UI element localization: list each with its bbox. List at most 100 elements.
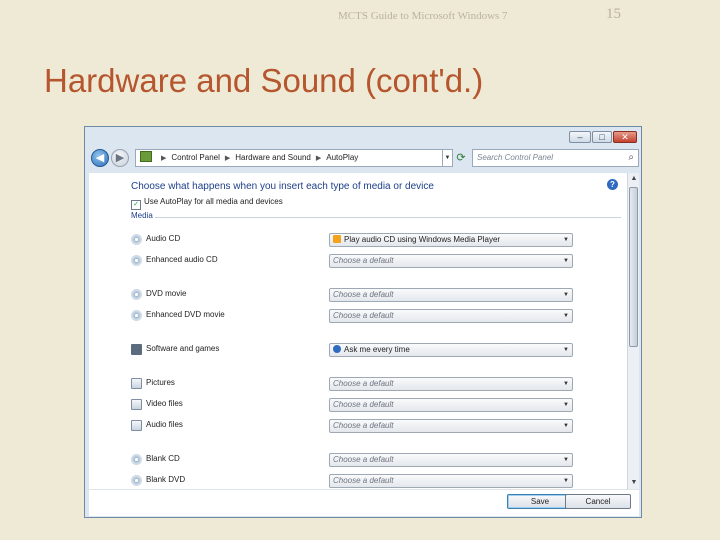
media-row: Audio files Choose a default ▼ — [131, 419, 573, 433]
media-type-label: Video files — [146, 399, 183, 408]
disc-icon — [131, 289, 142, 300]
media-row: Blank DVD Choose a default ▼ — [131, 474, 573, 488]
content-pane: Choose what happens when you insert each… — [89, 173, 627, 515]
chevron-down-icon: ▼ — [563, 478, 569, 484]
dropdown-value: Choose a default — [333, 421, 394, 430]
window-titlebar[interactable]: – □ ✕ — [85, 127, 641, 145]
media-action-dropdown[interactable]: Choose a default ▼ — [329, 288, 573, 302]
media-type-label: Audio CD — [146, 234, 181, 243]
disc-icon — [131, 454, 142, 465]
media-action-dropdown[interactable]: Choose a default ▼ — [329, 309, 573, 323]
media-action-dropdown[interactable]: Choose a default ▼ — [329, 398, 573, 412]
media-action-dropdown[interactable]: Play audio CD using Windows Media Player… — [329, 233, 573, 247]
minimize-button[interactable]: – — [569, 131, 591, 143]
media-row: Pictures Choose a default ▼ — [131, 377, 573, 391]
media-type-label: Pictures — [146, 378, 175, 387]
media-action-dropdown[interactable]: Choose a default ▼ — [329, 474, 573, 488]
media-row: Blank CD Choose a default ▼ — [131, 453, 573, 467]
chevron-down-icon: ▼ — [563, 423, 569, 429]
dropdown-value: Choose a default — [333, 290, 394, 299]
dropdown-value: Ask me every time — [344, 345, 410, 354]
vertical-scrollbar[interactable]: ▲ ▼ — [627, 173, 639, 515]
scroll-down-arrow[interactable]: ▼ — [628, 477, 640, 489]
media-player-icon — [333, 235, 341, 243]
breadcrumb-control-panel[interactable]: Control Panel — [171, 153, 219, 162]
maximize-button[interactable]: □ — [592, 131, 612, 143]
media-action-dropdown[interactable]: Choose a default ▼ — [329, 453, 573, 467]
question-icon — [333, 345, 341, 353]
dropdown-value: Choose a default — [333, 455, 394, 464]
back-button[interactable]: ◀ — [91, 149, 109, 167]
media-type-label: Audio files — [146, 420, 183, 429]
refresh-icon[interactable]: ⟳ — [453, 149, 469, 167]
media-action-dropdown[interactable]: Choose a default ▼ — [329, 254, 573, 268]
disc-icon — [131, 255, 142, 266]
breadcrumb[interactable]: ▶ Control Panel ▶ Hardware and Sound ▶ AutoPl… — [135, 149, 443, 167]
media-section-label: Media — [131, 211, 153, 220]
media-type-label: Software and games — [146, 344, 220, 353]
forward-button[interactable]: ▶ — [111, 149, 129, 167]
slide-number: 15 — [606, 6, 621, 22]
chevron-down-icon: ▼ — [563, 381, 569, 387]
dropdown-value: Choose a default — [333, 379, 394, 388]
dropdown-value: Choose a default — [333, 256, 394, 265]
chevron-down-icon: ▼ — [563, 237, 569, 243]
media-action-dropdown[interactable]: Choose a default ▼ — [329, 377, 573, 391]
scroll-thumb[interactable] — [629, 187, 638, 347]
search-input[interactable]: Search Control Panel ⌕ — [472, 149, 639, 167]
media-type-label: DVD movie — [146, 289, 187, 298]
dialog-footer: Save Cancel — [89, 489, 639, 516]
breadcrumb-hardware-and-sound[interactable]: Hardware and Sound — [235, 153, 311, 162]
disc-icon — [131, 234, 142, 245]
autoplay-option[interactable]: ✓ Use AutoPlay for all media and devices — [131, 197, 283, 210]
search-placeholder: Search Control Panel — [477, 153, 554, 162]
software-icon — [131, 344, 142, 355]
scroll-up-arrow[interactable]: ▲ — [628, 173, 640, 185]
media-row: Video files Choose a default ▼ — [131, 398, 573, 412]
chevron-down-icon: ▼ — [563, 347, 569, 353]
cancel-button[interactable]: Cancel — [565, 494, 631, 509]
video-icon — [131, 399, 142, 410]
chevron-right-icon: ▶ — [224, 155, 231, 162]
chevron-right-icon: ▶ — [161, 155, 167, 162]
audio-icon — [131, 420, 142, 431]
media-action-dropdown[interactable]: Ask me every time ▼ — [329, 343, 573, 357]
dropdown-value: Choose a default — [333, 400, 394, 409]
save-button[interactable]: Save — [507, 494, 573, 509]
search-icon[interactable]: ⌕ — [628, 150, 634, 166]
media-row: Enhanced DVD movie Choose a default ▼ — [131, 309, 573, 323]
disc-icon — [131, 310, 142, 321]
media-type-label: Enhanced DVD movie — [146, 310, 225, 319]
dropdown-value: Choose a default — [333, 311, 394, 320]
media-row: Enhanced audio CD Choose a default ▼ — [131, 254, 573, 268]
section-divider — [155, 217, 621, 218]
chevron-down-icon: ▼ — [563, 457, 569, 463]
media-row: Software and games Ask me every time ▼ — [131, 343, 573, 357]
help-icon[interactable]: ? — [607, 179, 618, 190]
chevron-down-icon: ▼ — [563, 258, 569, 264]
dropdown-value: Play audio CD using Windows Media Player — [344, 235, 501, 244]
autoplay-window: – □ ✕ ◀ ▶ ▶ Control Panel ▶ Hardware and So… — [84, 126, 642, 518]
media-type-label: Blank DVD — [146, 475, 186, 484]
media-type-label: Blank CD — [146, 454, 180, 463]
autoplay-checkbox[interactable]: ✓ — [131, 200, 141, 210]
control-panel-icon — [140, 151, 152, 162]
slide-title: Hardware and Sound (cont'd.) — [44, 62, 484, 99]
disc-icon — [131, 475, 142, 486]
slide-header: MCTS Guide to Microsoft Windows 7 15 — [0, 0, 720, 30]
close-button[interactable]: ✕ — [613, 131, 637, 143]
media-type-label: Enhanced audio CD — [146, 255, 218, 264]
address-dropdown-button[interactable]: ▼ — [443, 149, 453, 167]
chevron-right-icon: ▶ — [315, 155, 322, 162]
chevron-down-icon: ▼ — [563, 292, 569, 298]
media-action-dropdown[interactable]: Choose a default ▼ — [329, 419, 573, 433]
address-bar: ◀ ▶ ▶ Control Panel ▶ Hardware and Sound ▶ Au… — [89, 147, 639, 171]
autoplay-label: Use AutoPlay for all media and devices — [144, 197, 283, 206]
media-row: DVD movie Choose a default ▼ — [131, 288, 573, 302]
page-heading: Choose what happens when you insert each… — [131, 181, 434, 192]
pictures-icon — [131, 378, 142, 389]
breadcrumb-autoplay[interactable]: AutoPlay — [326, 153, 358, 162]
media-row: Audio CD Play audio CD using Windows Medi… — [131, 233, 573, 247]
dropdown-value: Choose a default — [333, 476, 394, 485]
chevron-down-icon: ▼ — [563, 313, 569, 319]
